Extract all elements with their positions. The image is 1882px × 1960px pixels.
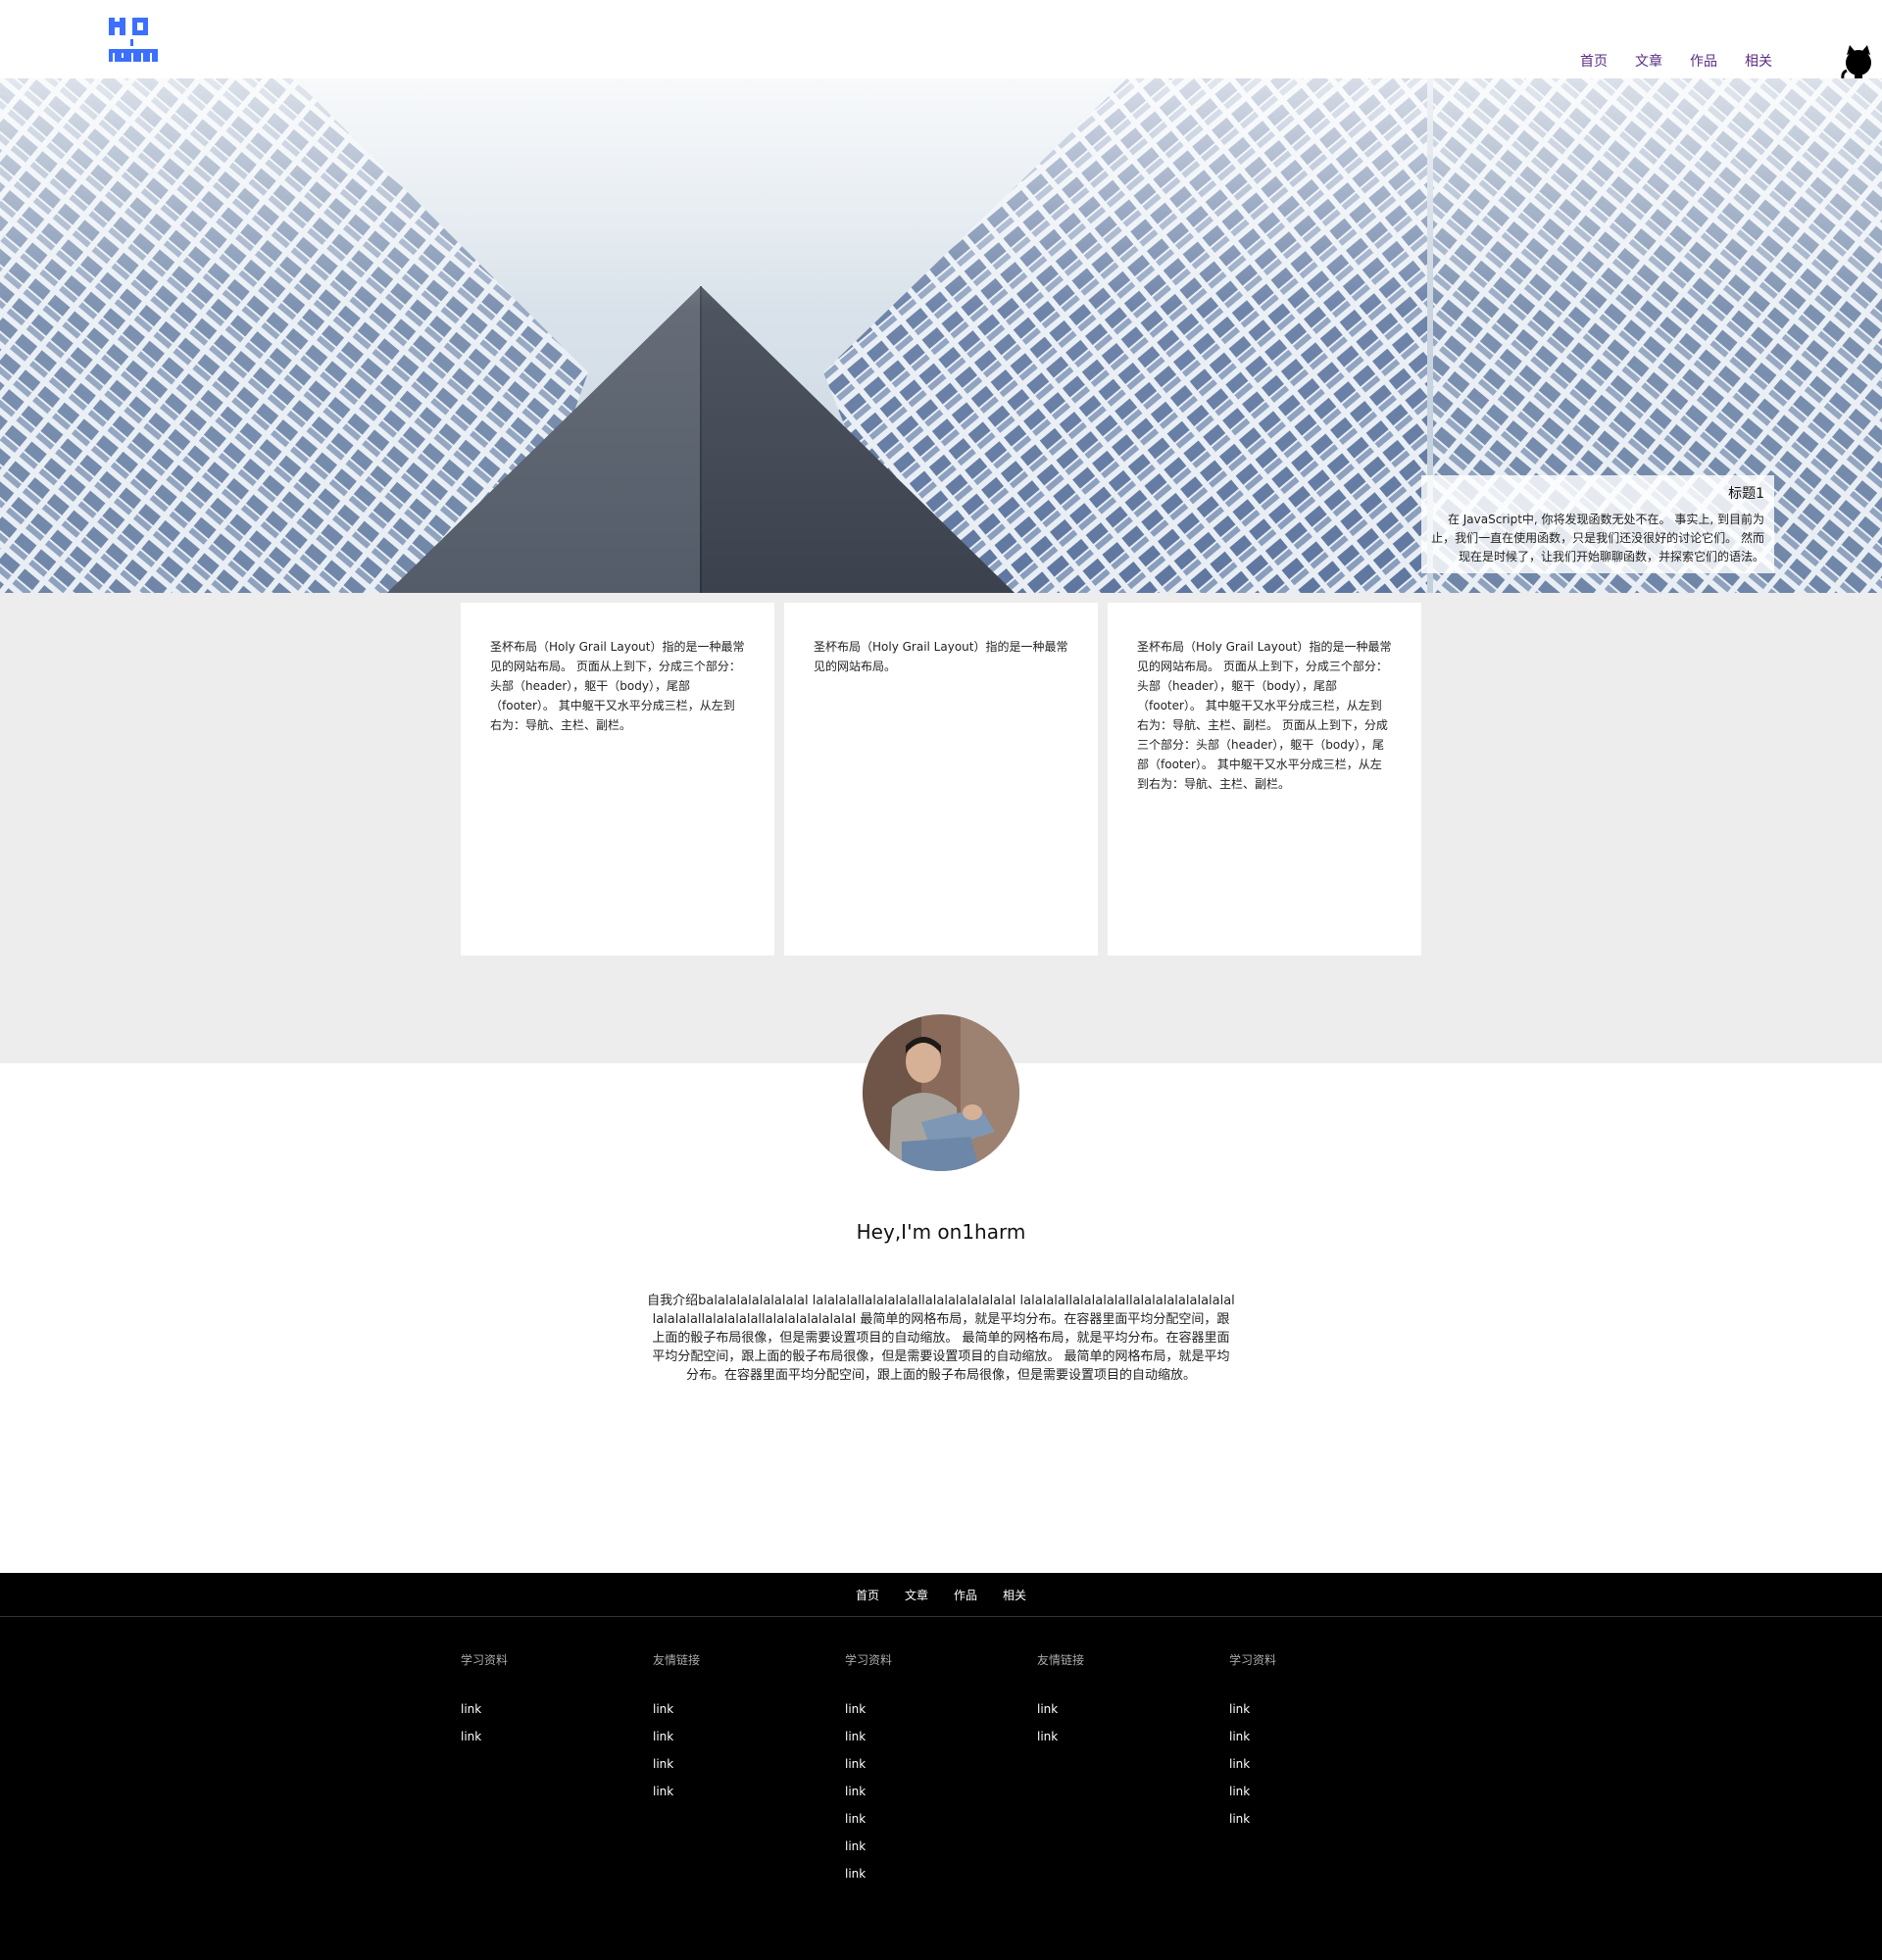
site-footer: 首页 文章 作品 相关 学习资料 link link 友情链接 link lin… — [0, 1573, 1882, 1960]
footer-column: 友情链接 link link link link — [653, 1651, 829, 1805]
footer-link[interactable]: link — [1037, 1695, 1213, 1723]
footer-link[interactable]: link — [1229, 1723, 1406, 1750]
footer-link[interactable]: link — [845, 1778, 1021, 1805]
footer-link[interactable]: link — [461, 1695, 637, 1723]
footer-link[interactable]: link — [653, 1778, 829, 1805]
avatar — [863, 1014, 1019, 1171]
footer-column-title: 学习资料 — [1229, 1653, 1277, 1667]
footer-link[interactable]: link — [845, 1833, 1021, 1860]
footer-nav-related[interactable]: 相关 — [1003, 1587, 1026, 1603]
hero-banner: 标题1 在 JavaScript中, 你将发现函数无处不在。 事实上, 到目前为… — [0, 78, 1882, 593]
footer-nav-articles[interactable]: 文章 — [905, 1587, 928, 1603]
footer-link[interactable]: link — [845, 1860, 1021, 1887]
about-text: 自我介绍balalalalalalalalal lalalalallalalal… — [647, 1294, 1235, 1383]
footer-link[interactable]: link — [653, 1723, 829, 1750]
footer-link[interactable]: link — [845, 1805, 1021, 1833]
card: 圣杯布局（Holy Grail Layout）指的是一种最常见的网站布局。 页面… — [1108, 603, 1421, 956]
footer-column: 学习资料 link link link link link — [1229, 1651, 1406, 1833]
nav-link-home[interactable]: 首页 — [1580, 51, 1608, 71]
nav-link-related[interactable]: 相关 — [1745, 51, 1772, 71]
footer-nav: 首页 文章 作品 相关 — [0, 1573, 1882, 1617]
about-title: Hey,I'm on1harm — [856, 1220, 1026, 1244]
nav-link-works[interactable]: 作品 — [1690, 51, 1717, 71]
nav-link-articles[interactable]: 文章 — [1635, 51, 1662, 71]
footer-nav-home[interactable]: 首页 — [856, 1587, 879, 1603]
card: 圣杯布局（Holy Grail Layout）指的是一种最常见的网站布局。 页面… — [461, 603, 774, 956]
card-text: 圣杯布局（Holy Grail Layout）指的是一种最常见的网站布局。 — [814, 640, 1068, 673]
footer-column: 友情链接 link link — [1037, 1651, 1213, 1750]
card: 圣杯布局（Holy Grail Layout）指的是一种最常见的网站布局。 — [784, 603, 1098, 956]
footer-link[interactable]: link — [1229, 1778, 1406, 1805]
footer-column-title: 友情链接 — [1037, 1653, 1085, 1667]
footer-link[interactable]: link — [845, 1750, 1021, 1778]
card-text: 圣杯布局（Holy Grail Layout）指的是一种最常见的网站布局。 页面… — [1137, 640, 1392, 791]
logo[interactable] — [108, 16, 159, 65]
footer-link[interactable]: link — [1229, 1695, 1406, 1723]
caption-text: 在 JavaScript中, 你将发现函数无处不在。 事实上, 到目前为止，我们… — [1431, 513, 1764, 564]
caption-title: 标题1 — [1728, 486, 1764, 502]
footer-nav-works[interactable]: 作品 — [954, 1587, 977, 1603]
main-nav: 首页 文章 作品 相关 — [1580, 51, 1772, 71]
cards-section: 圣杯布局（Holy Grail Layout）指的是一种最常见的网站布局。 页面… — [0, 593, 1882, 1063]
footer-link[interactable]: link — [653, 1750, 829, 1778]
footer-link[interactable]: link — [845, 1723, 1021, 1750]
footer-column: 学习资料 link link link link link link link — [845, 1651, 1021, 1887]
footer-link[interactable]: link — [1229, 1805, 1406, 1833]
card-text: 圣杯布局（Holy Grail Layout）指的是一种最常见的网站布局。 页面… — [490, 640, 745, 732]
footer-link[interactable]: link — [1229, 1750, 1406, 1778]
footer-link[interactable]: link — [461, 1723, 637, 1750]
footer-column-title: 学习资料 — [461, 1653, 509, 1667]
hero-caption: 标题1 在 JavaScript中, 你将发现函数无处不在。 事实上, 到目前为… — [1421, 475, 1774, 573]
footer-column-title: 友情链接 — [653, 1653, 701, 1667]
footer-column-title: 学习资料 — [845, 1653, 893, 1667]
site-header: 首页 文章 作品 相关 — [0, 0, 1882, 82]
footer-link[interactable]: link — [653, 1695, 829, 1723]
footer-link[interactable]: link — [1037, 1723, 1213, 1750]
footer-link[interactable]: link — [845, 1695, 1021, 1723]
github-icon[interactable] — [1841, 43, 1876, 82]
footer-column: 学习资料 link link — [461, 1651, 637, 1750]
